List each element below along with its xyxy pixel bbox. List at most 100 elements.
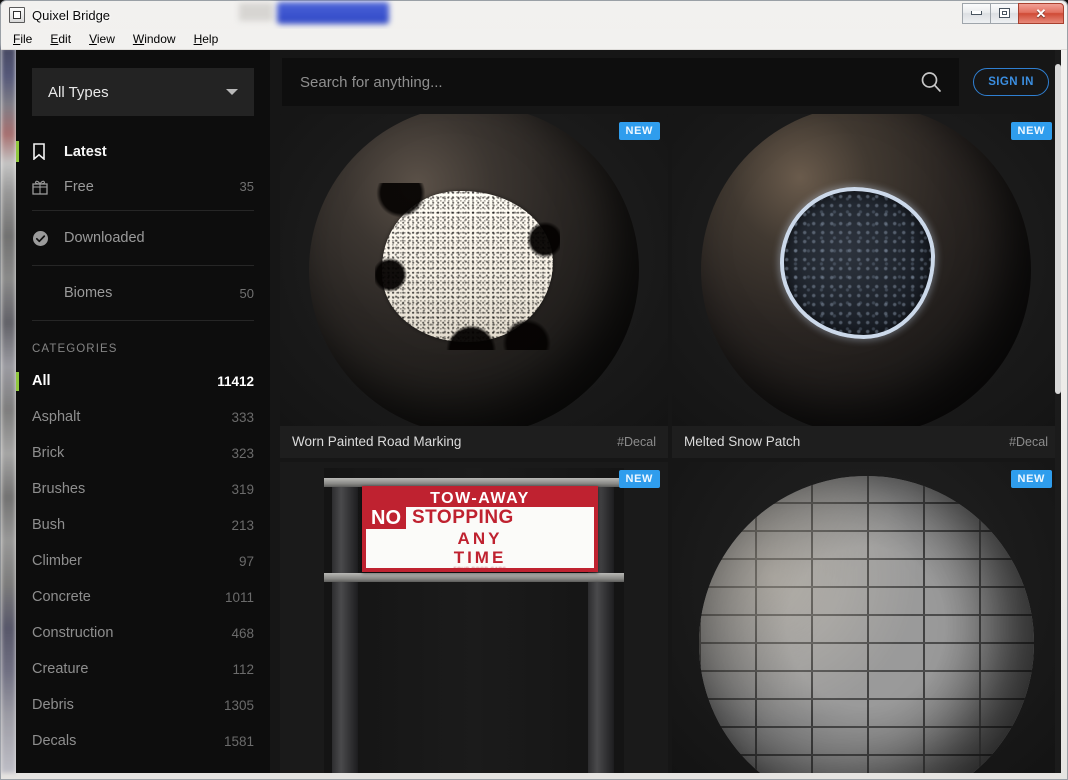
category-item-construction[interactable]: Construction 468 xyxy=(32,615,254,651)
category-label: Bush xyxy=(32,517,231,533)
type-filter-label: All Types xyxy=(48,84,109,101)
categories-header: CATEGORIES xyxy=(16,327,270,363)
sphere-preview xyxy=(672,114,1060,426)
sphere-preview xyxy=(280,114,668,426)
asset-title: Melted Snow Patch xyxy=(684,434,800,449)
sign-post-left xyxy=(332,482,358,774)
menu-label-help: elp xyxy=(202,32,218,46)
minimize-button[interactable] xyxy=(962,3,991,24)
sidebar-item-biomes[interactable]: Biomes 50 xyxy=(32,272,254,314)
category-count: 213 xyxy=(231,518,254,533)
category-count: 333 xyxy=(231,410,254,425)
app-body: All Types Latest xyxy=(16,50,1061,773)
search-icon[interactable] xyxy=(919,70,943,94)
menu-label-window: indow xyxy=(144,32,175,46)
category-item-asphalt[interactable]: Asphalt 333 xyxy=(32,399,254,435)
asset-tag: #Decal xyxy=(1009,435,1048,449)
category-count: 112 xyxy=(232,662,254,677)
category-item-bush[interactable]: Bush 213 xyxy=(32,507,254,543)
maximize-icon xyxy=(999,8,1010,18)
title-bar: Quixel Bridge ✕ xyxy=(1,1,1067,29)
snow-decal-overlay xyxy=(780,187,935,339)
category-item-debris[interactable]: Debris 1305 xyxy=(32,687,254,723)
sign-row-no-stopping: NO STOPPING xyxy=(366,507,594,529)
category-count: 97 xyxy=(239,554,254,569)
sidebar-item-downloaded[interactable]: Downloaded xyxy=(32,217,254,259)
asset-card[interactable]: TOW-AWAY NO STOPPING ANY TIME FOUR DOOR … xyxy=(280,462,668,774)
category-count: 319 xyxy=(231,482,254,497)
close-button[interactable]: ✕ xyxy=(1018,3,1064,24)
background-window-left-strip xyxy=(1,47,16,773)
category-count: 1305 xyxy=(224,698,254,713)
asset-thumbnail[interactable]: NEW xyxy=(280,114,668,426)
category-item-decals[interactable]: Decals 1581 xyxy=(32,723,254,759)
sidebar-item-free[interactable]: Free 35 xyxy=(32,169,254,204)
menu-item-window[interactable]: Window xyxy=(133,30,185,48)
content-scrollbar[interactable] xyxy=(1055,50,1061,773)
asset-caption: Worn Painted Road Marking #Decal xyxy=(280,426,668,458)
asset-thumbnail[interactable]: NEW xyxy=(672,462,1060,774)
sidebar-nav: Latest Free 35 xyxy=(16,134,270,204)
top-bar: SIGN IN xyxy=(270,50,1061,114)
menu-accel-help: H xyxy=(194,32,203,46)
category-item-all[interactable]: All 11412 xyxy=(32,363,254,399)
asset-card[interactable]: NEW Melted Snow Patch #Decal xyxy=(672,114,1060,458)
sidebar-nav-downloaded: Downloaded xyxy=(16,217,270,259)
menu-item-file[interactable]: File xyxy=(13,30,41,48)
category-label: Debris xyxy=(32,697,224,713)
asset-grid: NEW Worn Painted Road Marking #Decal xyxy=(270,114,1061,773)
paint-decal-overlay xyxy=(382,191,554,343)
search-box[interactable] xyxy=(282,58,959,106)
sidebar-item-latest[interactable]: Latest xyxy=(32,134,254,169)
category-item-creature[interactable]: Creature 112 xyxy=(32,651,254,687)
sign-text-fine-print: FOUR DOOR CARS xyxy=(366,567,594,572)
chevron-down-icon xyxy=(226,89,238,95)
brick-sphere-preview xyxy=(672,462,1060,774)
asset-card[interactable]: NEW Worn Painted Road Marking #Decal xyxy=(280,114,668,458)
menu-label-edit: dit xyxy=(58,32,71,46)
category-label: Brick xyxy=(32,445,231,461)
close-icon: ✕ xyxy=(1036,7,1047,20)
search-input[interactable] xyxy=(300,74,919,91)
category-label: Construction xyxy=(32,625,231,641)
road-sign-preview: TOW-AWAY NO STOPPING ANY TIME FOUR DOOR … xyxy=(280,462,668,774)
window-controls: ✕ xyxy=(962,2,1064,24)
window-title: Quixel Bridge xyxy=(32,8,110,23)
asset-thumbnail[interactable]: NEW xyxy=(672,114,1060,426)
category-count: 11412 xyxy=(217,374,254,389)
sidebar-item-count: 35 xyxy=(240,179,254,194)
sign-text-no: NO xyxy=(366,507,406,529)
category-count: 1011 xyxy=(225,590,254,605)
menu-accel-window: W xyxy=(133,32,144,46)
new-badge: NEW xyxy=(1011,470,1052,488)
sidebar-item-label: Free xyxy=(64,179,240,195)
category-label: Decals xyxy=(32,733,224,749)
category-count: 1581 xyxy=(224,734,254,749)
category-count: 323 xyxy=(231,446,254,461)
menu-item-view[interactable]: View xyxy=(89,30,124,48)
sidebar-item-count: 50 xyxy=(240,286,254,301)
asset-thumbnail[interactable]: TOW-AWAY NO STOPPING ANY TIME FOUR DOOR … xyxy=(280,462,668,774)
type-filter-dropdown[interactable]: All Types xyxy=(32,68,254,116)
gift-icon xyxy=(32,179,54,195)
menu-bar: File Edit View Window Help xyxy=(1,29,1067,50)
menu-label-file: ile xyxy=(20,32,32,46)
category-label: Concrete xyxy=(32,589,225,605)
asset-card[interactable]: NEW xyxy=(672,462,1060,774)
category-item-brick[interactable]: Brick 323 xyxy=(32,435,254,471)
check-circle-icon xyxy=(32,230,54,247)
maximize-button[interactable] xyxy=(990,3,1019,24)
sidebar-divider xyxy=(32,265,254,266)
category-item-climber[interactable]: Climber 97 xyxy=(32,543,254,579)
menu-label-view: iew xyxy=(97,32,115,46)
new-badge: NEW xyxy=(619,122,660,140)
menu-item-help[interactable]: Help xyxy=(194,30,228,48)
scrollbar-thumb[interactable] xyxy=(1055,64,1061,394)
category-item-concrete[interactable]: Concrete 1011 xyxy=(32,579,254,615)
sign-in-button[interactable]: SIGN IN xyxy=(973,68,1049,96)
sidebar-item-label: Latest xyxy=(64,144,254,160)
new-badge: NEW xyxy=(1011,122,1052,140)
category-item-brushes[interactable]: Brushes 319 xyxy=(32,471,254,507)
menu-item-edit[interactable]: Edit xyxy=(50,30,80,48)
asset-title: Worn Painted Road Marking xyxy=(292,434,461,449)
